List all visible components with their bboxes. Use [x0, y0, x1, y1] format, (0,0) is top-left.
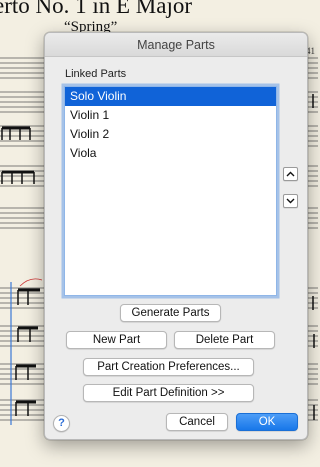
move-up-button[interactable]: [283, 167, 298, 181]
ok-button[interactable]: OK: [236, 413, 298, 431]
part-creation-preferences-button[interactable]: Part Creation Preferences...: [83, 358, 254, 376]
help-icon[interactable]: ?: [53, 415, 70, 432]
delete-part-button[interactable]: Delete Part: [174, 331, 275, 349]
list-item[interactable]: Violin 2: [65, 125, 276, 144]
list-item[interactable]: Viola: [65, 144, 276, 163]
cancel-button[interactable]: Cancel: [166, 413, 228, 431]
new-part-button[interactable]: New Part: [66, 331, 167, 349]
edit-part-definition-button[interactable]: Edit Part Definition >>: [83, 384, 254, 402]
generate-parts-button[interactable]: Generate Parts: [120, 304, 221, 322]
manage-parts-dialog: Manage Parts Linked Parts Solo Violin Vi…: [44, 32, 308, 440]
chevron-down-icon: [286, 198, 295, 204]
linked-parts-label: Linked Parts: [65, 68, 127, 80]
linked-parts-list[interactable]: Solo Violin Violin 1 Violin 2 Viola: [64, 86, 277, 296]
chevron-up-icon: [286, 171, 295, 177]
list-item[interactable]: Violin 1: [65, 106, 276, 125]
list-item[interactable]: Solo Violin: [65, 87, 276, 106]
dialog-title: Manage Parts: [45, 33, 307, 57]
move-down-button[interactable]: [283, 194, 298, 208]
